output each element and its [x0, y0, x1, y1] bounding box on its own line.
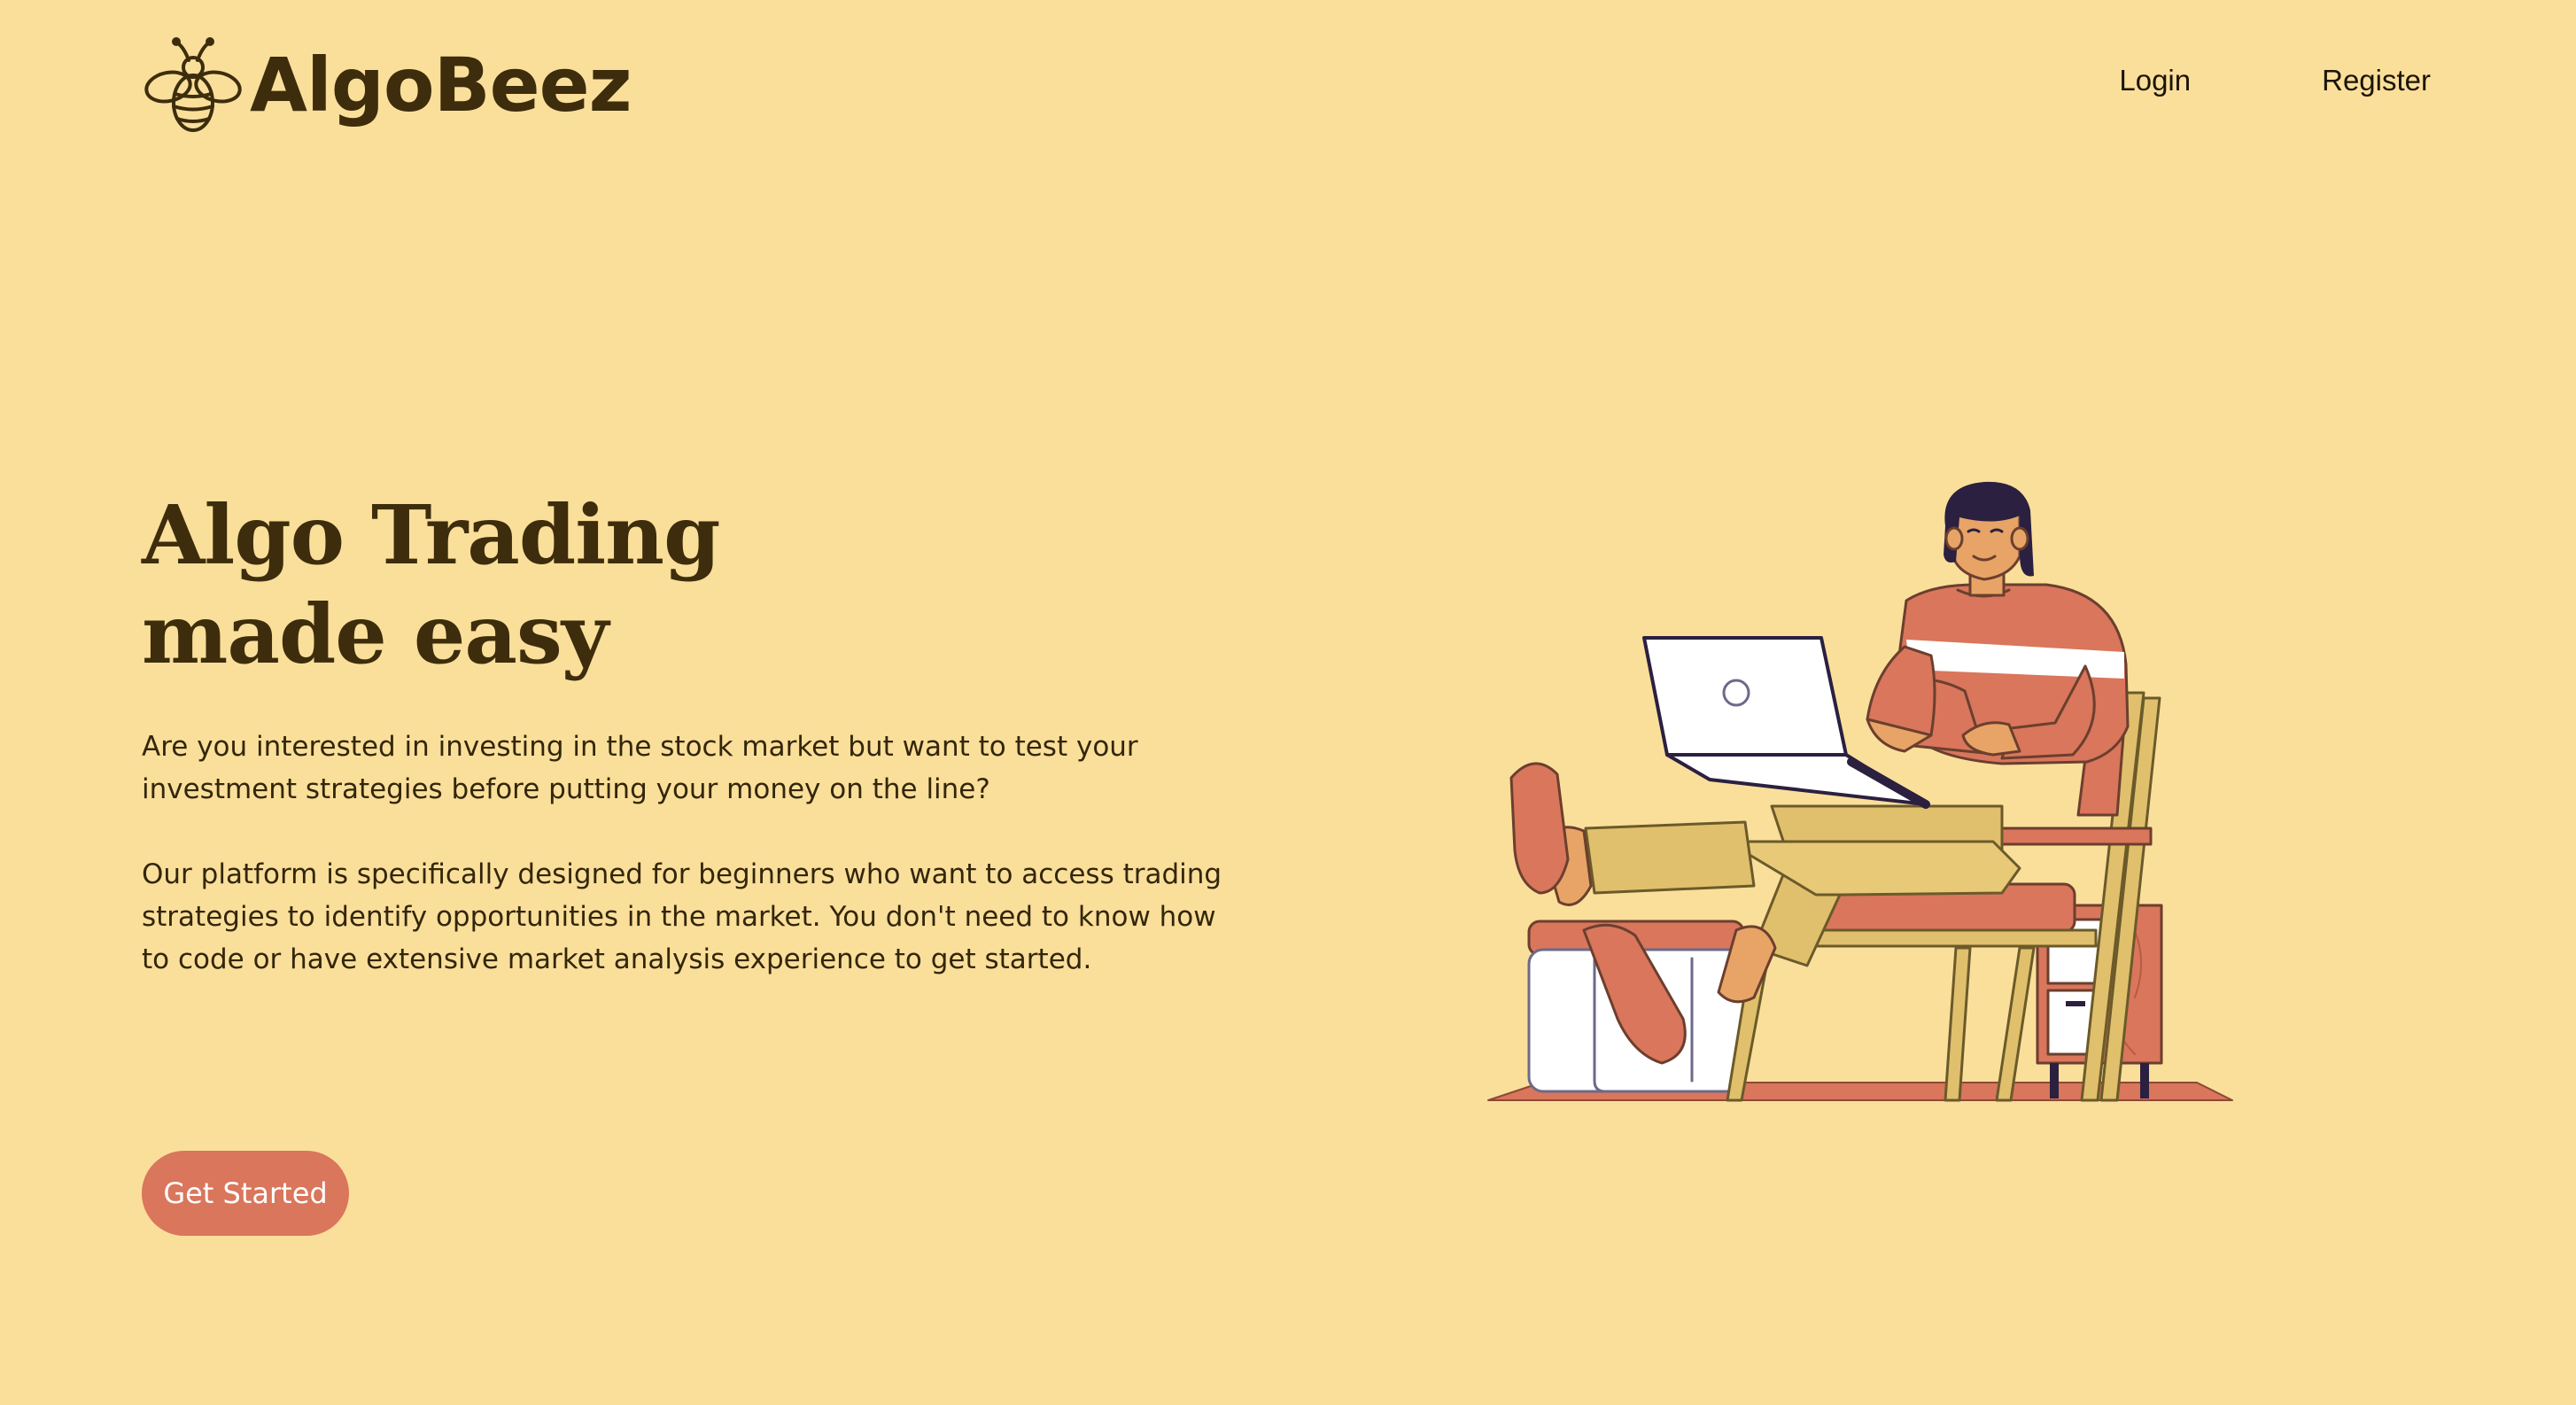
hero-title-line-2: made easy: [142, 586, 609, 682]
bee-icon: [144, 37, 242, 132]
person-with-laptop-illustration: [1487, 481, 2233, 1102]
hero-description-paragraph: Our platform is specifically designed fo…: [142, 858, 1222, 975]
login-link[interactable]: Login: [2119, 64, 2191, 97]
register-link[interactable]: Register: [2322, 64, 2431, 97]
hero-intro-paragraph: Are you interested in investing in the s…: [142, 731, 1138, 805]
hero-title-line-1: Algo Trading: [142, 487, 720, 583]
brand-logo[interactable]: AlgoBeez: [142, 32, 632, 138]
brand-name: AlgoBeez: [250, 42, 632, 128]
top-nav: Login Register: [1988, 64, 2431, 97]
hero-title: Algo Trading made easy: [142, 485, 720, 684]
get-started-button[interactable]: Get Started: [142, 1151, 349, 1236]
